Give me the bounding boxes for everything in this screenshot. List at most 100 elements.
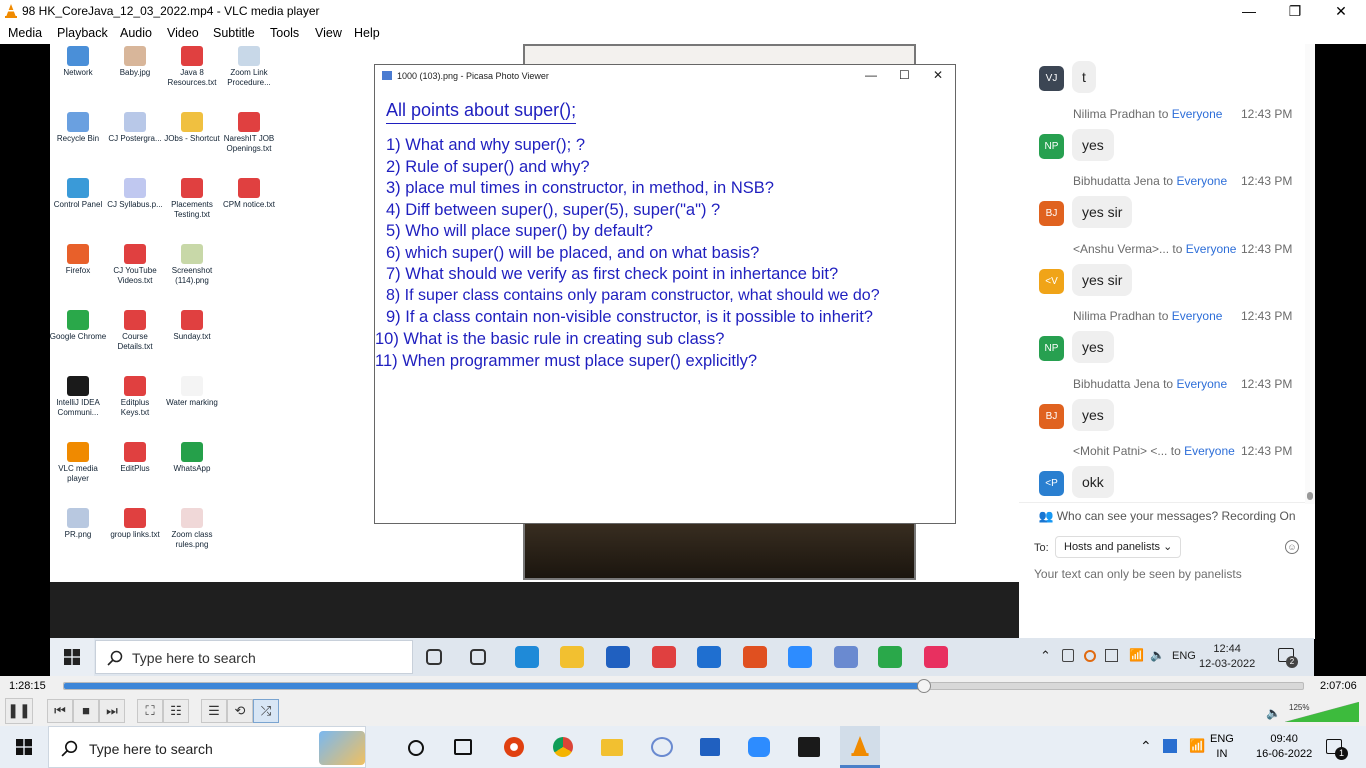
desktop-icon[interactable]: Placements Testing.txt (163, 178, 221, 222)
desktop-icon[interactable]: Firefox (49, 244, 107, 288)
menu-view[interactable]: View (315, 26, 342, 40)
task-view-icon[interactable] (426, 649, 442, 665)
chat-scrollbar[interactable] (1305, 44, 1315, 504)
recipient-name[interactable]: Everyone (1176, 174, 1227, 188)
shared-start-button[interactable] (50, 638, 94, 676)
chat-input-placeholder[interactable]: Your text can only be seen by panelists (1034, 567, 1242, 581)
chevron-up-icon[interactable]: ⌃ (1040, 648, 1051, 664)
previous-button[interactable]: ⏮ (47, 699, 73, 723)
menu-help[interactable]: Help (354, 26, 380, 40)
chat-scroll-thumb[interactable] (1307, 492, 1313, 500)
menu-video[interactable]: Video (167, 26, 199, 40)
recipient-name[interactable]: Everyone (1184, 444, 1235, 458)
desktop-icon[interactable]: CJ Syllabus.p... (106, 178, 164, 222)
vlc-taskbar-button[interactable] (840, 726, 880, 768)
desktop-icon[interactable]: Google Chrome (49, 310, 107, 354)
shuffle-button[interactable]: ⤮ (253, 699, 279, 723)
recipient-name[interactable]: Everyone (1172, 107, 1223, 121)
desktop-icon[interactable]: IntelliJ IDEA Communi... (49, 376, 107, 420)
desktop-icon[interactable]: Screenshot (114).png (163, 244, 221, 288)
start-button[interactable] (0, 726, 48, 768)
cortana-icon[interactable] (408, 740, 424, 756)
seek-handle[interactable] (917, 679, 932, 693)
stop-button[interactable]: ■ (73, 699, 99, 723)
desktop-icon[interactable]: Water marking (163, 376, 221, 420)
desktop-icon[interactable]: CJ YouTube Videos.txt (106, 244, 164, 288)
desktop-icon[interactable]: Zoom Link Procedure... (220, 46, 278, 90)
mail-icon[interactable] (697, 646, 721, 668)
chrome-icon[interactable] (878, 646, 902, 668)
desktop-icon[interactable]: CPM notice.txt (220, 178, 278, 222)
chrome-profile-icon[interactable] (553, 737, 573, 757)
desktop-icon[interactable]: Sunday.txt (163, 310, 221, 354)
desktop-icon[interactable]: CJ Postergra... (106, 112, 164, 156)
shared-clock[interactable]: 12:44 12-03-2022 (1199, 642, 1255, 672)
desktop-icon[interactable]: Zoom class rules.png (163, 508, 221, 552)
task-view-icon[interactable] (454, 739, 472, 755)
who-can-see-link[interactable]: 👥 Who can see your messages? Recording O… (1019, 502, 1315, 523)
picasa-close-button[interactable]: ✕ (933, 68, 943, 82)
next-button[interactable]: ⏭ (99, 699, 125, 723)
wifi-icon[interactable]: 📶 (1129, 648, 1144, 662)
sticky-notes-icon[interactable] (798, 737, 820, 757)
network-icon[interactable] (1105, 649, 1118, 662)
gift-icon[interactable] (652, 646, 676, 668)
recipient-name[interactable]: Everyone (1176, 377, 1227, 391)
desktop-icon[interactable]: Recycle Bin (49, 112, 107, 156)
zoom-icon[interactable] (788, 646, 812, 668)
desktop-icon[interactable]: WhatsApp (163, 442, 221, 486)
desktop-icon[interactable]: group links.txt (106, 508, 164, 552)
emoji-icon[interactable]: ☺ (1285, 540, 1299, 554)
snip-tool-icon[interactable] (651, 737, 673, 757)
extended-settings-button[interactable]: ☷ (163, 699, 189, 723)
menu-subtitle[interactable]: Subtitle (213, 26, 255, 40)
file-explorer-icon[interactable] (560, 646, 584, 668)
camera-icon[interactable] (1084, 650, 1096, 662)
meet-icon[interactable] (1062, 649, 1074, 662)
shared-search-box[interactable]: Type here to search (95, 640, 413, 674)
fullscreen-button[interactable]: ⛶ (137, 699, 163, 723)
desktop-icon[interactable]: Editplus Keys.txt (106, 376, 164, 420)
seek-bar[interactable] (63, 679, 1304, 693)
desktop-icon[interactable]: Control Panel (49, 178, 107, 222)
store-icon[interactable] (700, 738, 720, 756)
desktop-icon[interactable]: PR.png (49, 508, 107, 552)
widgets-icon[interactable] (470, 649, 486, 665)
speaker-icon[interactable]: 🔈 (1150, 648, 1165, 662)
picasa-maximize-button[interactable]: ☐ (899, 68, 910, 82)
language-indicator[interactable]: ENG IN (1210, 732, 1234, 762)
picasa-minimize-button[interactable]: — (865, 68, 877, 82)
desktop-icon[interactable]: Java 8 Resources.txt (163, 46, 221, 90)
desktop-icon[interactable]: VLC media player (49, 442, 107, 486)
edge-icon[interactable] (515, 646, 539, 668)
menu-tools[interactable]: Tools (270, 26, 299, 40)
recipient-name[interactable]: Everyone (1172, 309, 1223, 323)
menu-playback[interactable]: Playback (57, 26, 108, 40)
pause-button[interactable]: ❚❚ (5, 698, 33, 724)
menu-audio[interactable]: Audio (120, 26, 152, 40)
file-explorer-icon[interactable] (601, 739, 623, 756)
snip-icon[interactable] (834, 646, 858, 668)
restore-button[interactable]: ❐ (1272, 0, 1318, 23)
recipient-select[interactable]: Hosts and panelists ⌄ (1055, 536, 1182, 558)
desktop-icon[interactable]: Network (49, 46, 107, 90)
search-box[interactable]: Type here to search (48, 726, 366, 768)
chevron-up-icon[interactable]: ⌃ (1140, 738, 1152, 755)
record-app-icon[interactable] (504, 737, 524, 757)
desktop-icon[interactable]: EditPlus (106, 442, 164, 486)
record-icon[interactable] (743, 646, 767, 668)
minimize-button[interactable]: — (1226, 0, 1272, 23)
desktop-icon[interactable]: NareshIT JOB Openings.txt (220, 112, 278, 156)
recipient-name[interactable]: Everyone (1186, 242, 1237, 256)
wifi-icon[interactable]: 📶 (1189, 738, 1205, 754)
desktop-icon[interactable]: Course Details.txt (106, 310, 164, 354)
desktop-icon[interactable]: Baby.jpg (106, 46, 164, 90)
playlist-button[interactable]: ☰ (201, 699, 227, 723)
close-button[interactable]: ✕ (1318, 0, 1364, 23)
zoom-icon[interactable] (748, 737, 770, 757)
menu-media[interactable]: Media (8, 26, 42, 40)
volume-icon[interactable]: 🔈 (1266, 706, 1281, 720)
shared-language[interactable]: ENG (1172, 650, 1196, 662)
store-icon[interactable] (606, 646, 630, 668)
onedrive-icon[interactable] (1163, 739, 1177, 753)
